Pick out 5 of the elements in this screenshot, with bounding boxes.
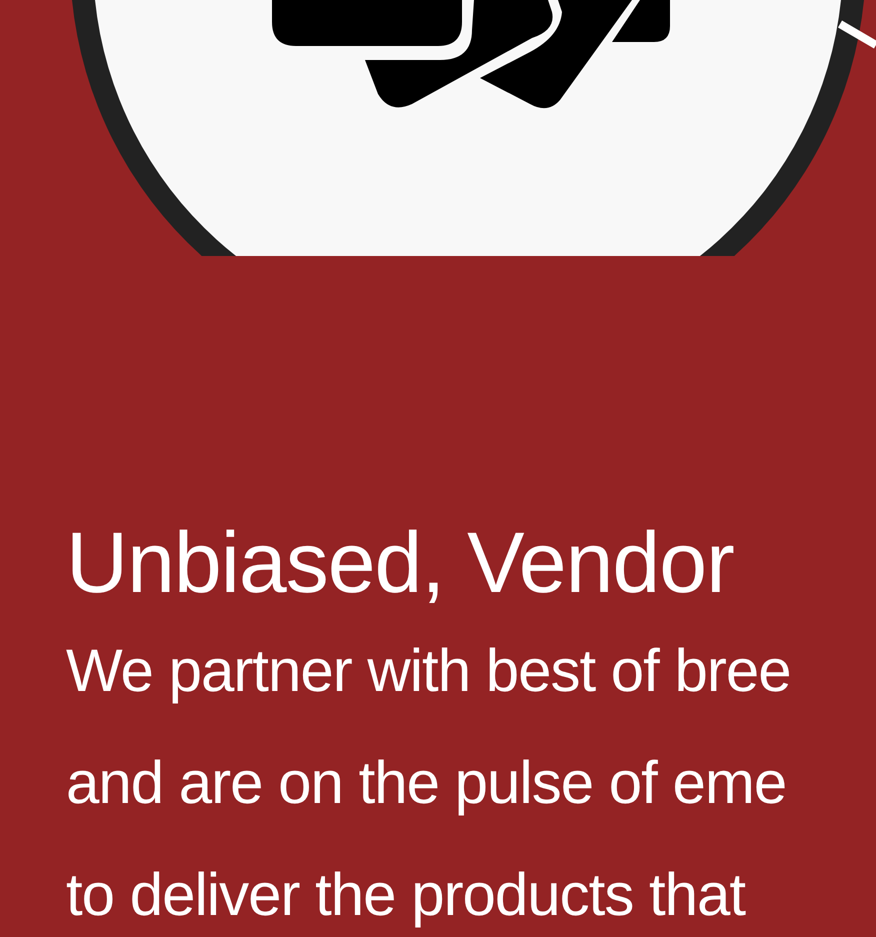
paragraph-line: and are on the pulse of eme	[66, 748, 786, 818]
section-heading: Unbiased, Vendor	[66, 514, 734, 613]
paragraph-line: We partner with best of bree	[66, 636, 791, 706]
paragraph-line: to deliver the products that	[66, 860, 746, 930]
connector-line	[838, 20, 876, 48]
